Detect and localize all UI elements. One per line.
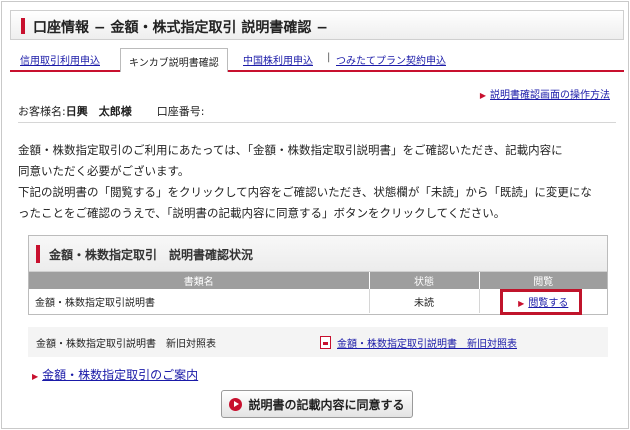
document-status-panel: 金額・株数指定取引 説明書確認状況 書類名 状態 閲覧 金額・株数指定取引説明書… <box>28 235 608 315</box>
pdf-icon <box>320 336 331 349</box>
panel-title: 金額・株数指定取引 説明書確認状況 <box>49 248 254 262</box>
help-link-label: 説明書確認画面の操作方法 <box>490 90 610 101</box>
customer-name: 日興 太郎 <box>65 105 121 118</box>
panel-header: 金額・株数指定取引 説明書確認状況 <box>29 236 607 272</box>
customer-info: お客様名:日興 太郎様 口座番号: <box>18 103 204 119</box>
intro-line: ったことをご確認のうえで、「説明書の記載内容に同意する」ボタンをクリックしてくだ… <box>18 206 506 220</box>
comparison-pdf-link[interactable]: 金額・株数指定取引説明書 新旧対照表 <box>320 335 517 350</box>
arrow-right-icon: ▶ <box>479 91 486 100</box>
tab-china-stock-application[interactable]: 中国株利用申込 <box>243 52 313 67</box>
tab-tsumitate-plan-application[interactable]: つみたてプラン契約申込 <box>336 52 446 67</box>
divider <box>18 122 616 123</box>
document-name-cell: 金額・株数指定取引説明書 <box>29 289 370 313</box>
page-frame: 口座情報 − 金額・株式指定取引 説明書確認 − 信用取引利用申込 キンカブ説明… <box>1 1 629 429</box>
table-row: 金額・株数指定取引説明書 未読 ▶ 閲覧する <box>29 289 607 315</box>
play-circle-icon <box>229 397 243 411</box>
title-accent-mark <box>21 18 25 34</box>
intro-line: 同意いただく必要がございます。 <box>18 164 190 178</box>
guide-link[interactable]: ▶ 金額・株数指定取引のご案内 <box>32 366 198 383</box>
account-number-label: 口座番号: <box>156 105 205 118</box>
page-title-bar: 口座情報 − 金額・株式指定取引 説明書確認 − <box>10 10 624 40</box>
table-header-row: 書類名 状態 閲覧 <box>29 272 607 289</box>
agree-button[interactable]: 説明書の記載内容に同意する <box>221 390 413 418</box>
panel-accent-mark <box>36 245 40 263</box>
column-header-document-name: 書類名 <box>29 272 370 289</box>
column-header-status: 状態 <box>369 272 480 289</box>
tab-bar: 信用取引利用申込 キンカブ説明書確認 中国株利用申込 | つみたてプラン契約申込 <box>10 48 624 72</box>
intro-line: 下記の説明書の「閲覧する」をクリックして内容をご確認いただき、状態欄が「未読」か… <box>18 185 592 199</box>
agree-button-label: 説明書の記載内容に同意する <box>248 397 405 412</box>
comparison-pdf-link-label: 金額・株数指定取引説明書 新旧対照表 <box>337 339 517 350</box>
arrow-right-icon: ▶ <box>32 372 39 381</box>
column-header-view: 閲覧 <box>479 272 607 289</box>
tab-kinkabu-document-check[interactable]: キンカブ説明書確認 <box>120 48 228 72</box>
document-table: 書類名 状態 閲覧 金額・株数指定取引説明書 未読 ▶ 閲覧する <box>29 272 607 315</box>
help-link[interactable]: ▶ 説明書確認画面の操作方法 <box>480 86 610 101</box>
document-view-cell: ▶ 閲覧する <box>479 289 607 315</box>
intro-line: 金額・株数指定取引のご利用にあたっては、「金額・株数指定取引説明書」をご確認いた… <box>18 143 563 157</box>
customer-honorific: 様 <box>120 105 132 118</box>
comparison-label: 金額・株数指定取引説明書 新旧対照表 <box>36 339 216 350</box>
comparison-table-row: 金額・株数指定取引説明書 新旧対照表 金額・株数指定取引説明書 新旧対照表 <box>28 327 608 357</box>
document-status-cell: 未読 <box>369 289 480 313</box>
page-title: 口座情報 − 金額・株式指定取引 説明書確認 − <box>33 20 328 36</box>
intro-text: 金額・株数指定取引のご利用にあたっては、「金額・株数指定取引説明書」をご確認いた… <box>18 140 618 224</box>
highlight-box <box>499 289 582 315</box>
guide-link-label: 金額・株数指定取引のご案内 <box>42 368 199 382</box>
customer-name-label: お客様名: <box>18 105 66 118</box>
tab-margin-trading-application[interactable]: 信用取引利用申込 <box>20 52 100 67</box>
tab-separator: | <box>327 52 331 63</box>
